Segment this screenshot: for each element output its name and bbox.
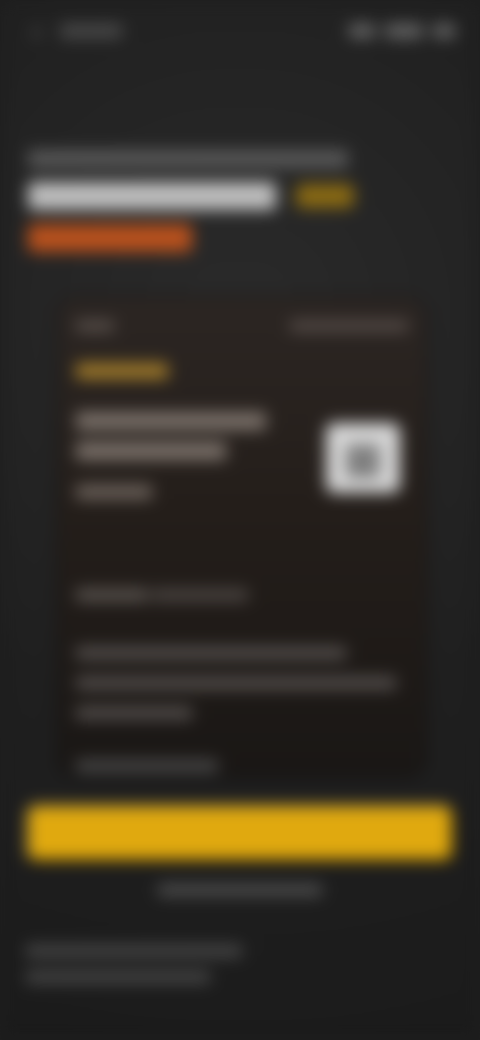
qr-icon: ▦ bbox=[343, 434, 383, 481]
hero-badge bbox=[296, 184, 354, 208]
card-body-line bbox=[76, 677, 396, 689]
card-body bbox=[76, 647, 408, 737]
card-body-line bbox=[76, 707, 192, 719]
hero-main-text bbox=[28, 182, 276, 210]
status-left: ‹ bbox=[24, 18, 122, 44]
card-heading bbox=[76, 412, 266, 472]
secondary-link[interactable] bbox=[158, 884, 322, 896]
card-divider bbox=[58, 547, 426, 548]
card-label bbox=[76, 363, 168, 379]
qr-code: ▦ bbox=[326, 423, 400, 493]
bottom-text bbox=[76, 760, 218, 772]
status-bar: ‹ bbox=[24, 14, 456, 48]
card-header bbox=[76, 317, 408, 335]
status-indicator bbox=[432, 24, 456, 38]
card-subline bbox=[76, 485, 152, 499]
card-caption-secondary bbox=[152, 589, 248, 601]
status-indicator bbox=[384, 24, 424, 38]
status-indicator bbox=[348, 24, 376, 38]
status-time bbox=[60, 24, 122, 38]
card-tag-left bbox=[76, 321, 114, 331]
back-icon[interactable]: ‹ bbox=[24, 18, 50, 44]
hero-kicker bbox=[28, 150, 348, 168]
card-caption bbox=[76, 589, 148, 601]
card-body-line bbox=[76, 647, 346, 659]
card-heading-line bbox=[76, 412, 266, 430]
hero-line bbox=[28, 182, 388, 210]
hero-subtitle bbox=[28, 224, 192, 252]
card-tag-right bbox=[290, 321, 408, 331]
footer-copy bbox=[26, 945, 242, 997]
promo-card: ▦ bbox=[56, 295, 428, 779]
footer-line bbox=[26, 945, 242, 957]
footer-line bbox=[26, 971, 210, 983]
status-right bbox=[348, 24, 456, 38]
card-heading-line bbox=[76, 442, 226, 460]
hero-title bbox=[28, 150, 388, 252]
primary-action-button[interactable] bbox=[26, 804, 454, 862]
screen: ‹ ▦ bbox=[0, 0, 480, 1040]
